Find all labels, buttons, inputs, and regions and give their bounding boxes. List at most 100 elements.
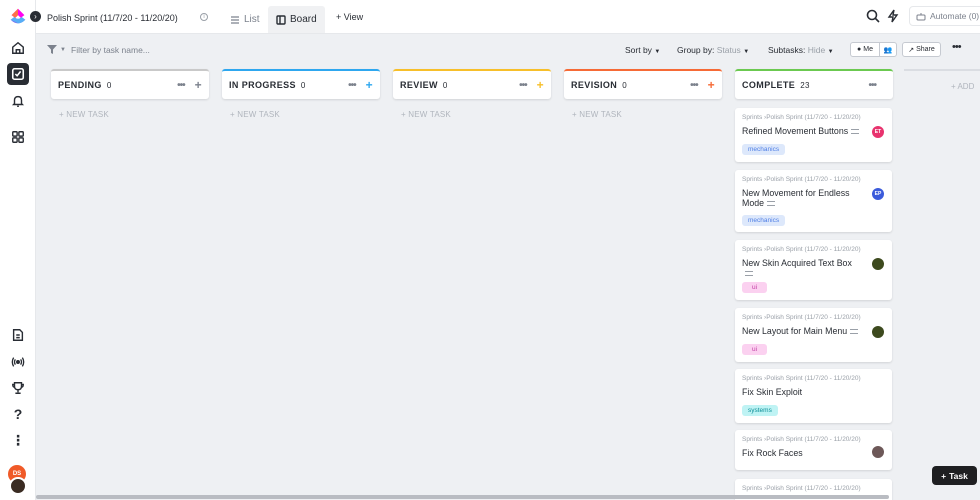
new-task-link[interactable]: + NEW TASK (59, 110, 209, 119)
task-breadcrumb: Sprints ›Polish Sprint (11/7/20 - 11/20/… (742, 246, 861, 253)
board-column: COMPLETE 23 ••• Sprints ›Polish Sprint (11/… (735, 69, 893, 500)
search-icon[interactable] (866, 9, 880, 23)
tab-board-label: Board (290, 14, 317, 25)
task-card[interactable]: Sprints ›Polish Sprint (11/7/20 - 11/20/… (735, 430, 892, 470)
board-toolbar: ▼ Filter by task name... Sort by ▼ Group… (36, 34, 980, 64)
filter-caret-icon[interactable]: ▼ (60, 47, 66, 53)
task-tag[interactable]: ui (742, 282, 768, 293)
page-title: Polish Sprint (11/7/20 - 11/20/20) (47, 13, 178, 23)
spaces-grid-icon[interactable] (8, 127, 28, 147)
task-breadcrumb: Sprints ›Polish Sprint (11/7/20 - 11/20/… (742, 176, 861, 183)
new-task-link[interactable]: + NEW TASK (401, 110, 551, 119)
docs-icon[interactable] (8, 325, 28, 345)
task-title-text: New Skin Acquired Text Box (742, 258, 852, 268)
people-icon: 👥 (883, 46, 893, 54)
more-options-icon[interactable]: ••• (952, 41, 962, 53)
home-icon[interactable] (8, 38, 28, 58)
task-card[interactable]: Sprints ›Polish Sprint (11/7/20 - 11/20/… (735, 170, 892, 232)
column-header[interactable]: IN PROGRESS 0 ••• + (222, 69, 380, 99)
task-title: New Layout for Main Menu (742, 326, 860, 336)
plus-icon: + (941, 470, 947, 481)
assignee-avatar[interactable]: EP (872, 188, 884, 200)
group-by-button[interactable]: Group by: Status ▼ (677, 45, 749, 55)
filter-icon[interactable] (47, 45, 57, 54)
more-vertical-icon[interactable]: ⋮ (8, 430, 28, 450)
subtasks-value: Hide (807, 45, 826, 55)
description-icon (767, 201, 776, 207)
task-tag[interactable]: mechanics (742, 144, 786, 155)
me-filter-button[interactable]: ● Me (851, 43, 880, 56)
task-tag[interactable]: systems (742, 405, 778, 416)
board-icon (276, 14, 286, 25)
automate-button[interactable]: Automate (0) (909, 6, 980, 26)
task-card[interactable]: Sprints ›Polish Sprint (11/7/20 - 11/20/… (735, 108, 892, 162)
assignee-avatar[interactable] (872, 258, 884, 270)
goals-trophy-icon[interactable] (8, 378, 28, 398)
subtasks-label: Subtasks: (768, 45, 806, 55)
task-tag[interactable]: ui (742, 344, 768, 355)
assignee-avatar[interactable]: ET (872, 126, 884, 138)
column-header[interactable]: COMPLETE 23 ••• (735, 69, 893, 99)
column-more-icon[interactable]: ••• (177, 80, 185, 91)
info-icon[interactable]: i (200, 13, 208, 21)
column-more-icon[interactable]: ••• (690, 80, 698, 91)
task-title-text: New Movement for Endless Mode (742, 188, 850, 208)
task-card[interactable]: Sprints ›Polish Sprint (11/7/20 - 11/20/… (735, 240, 892, 300)
column-more-icon[interactable]: ••• (348, 80, 356, 91)
column-more-icon[interactable]: ••• (519, 80, 527, 91)
task-breadcrumb: Sprints ›Polish Sprint (11/7/20 - 11/20/… (742, 436, 861, 443)
column-add-icon[interactable]: + (195, 78, 202, 92)
column-add-icon[interactable]: + (708, 78, 715, 92)
description-icon (851, 129, 860, 135)
horizontal-scrollbar[interactable] (36, 495, 889, 499)
add-column-button[interactable]: + ADD (904, 69, 980, 99)
column-name: REVIEW (400, 80, 438, 90)
board-column: IN PROGRESS 0 ••• + + NEW TASK (222, 69, 380, 119)
help-question-icon[interactable]: ? (8, 404, 28, 424)
tasks-icon[interactable] (7, 63, 29, 85)
lightning-bolt-icon[interactable] (887, 9, 899, 23)
column-count: 23 (800, 80, 810, 90)
column-name: COMPLETE (742, 80, 796, 90)
group-by-value: Status (716, 45, 741, 55)
tab-list[interactable]: List (222, 6, 268, 33)
task-card[interactable]: Sprints ›Polish Sprint (11/7/20 - 11/20/… (735, 308, 892, 362)
sort-by-label: Sort by (625, 45, 652, 55)
add-view-button[interactable]: + View (336, 12, 363, 22)
column-header[interactable]: PENDING 0 ••• + (51, 69, 209, 99)
tab-board[interactable]: Board (268, 6, 325, 33)
subtasks-button[interactable]: Subtasks: Hide ▼ (768, 45, 834, 55)
column-header[interactable]: REVIEW 0 ••• + (393, 69, 551, 99)
column-add-icon[interactable]: + (366, 78, 373, 92)
task-title: Fix Skin Exploit (742, 387, 860, 397)
new-task-link[interactable]: + NEW TASK (230, 110, 380, 119)
pulse-broadcast-icon[interactable] (8, 352, 28, 372)
share-button[interactable]: ↗ Share (902, 42, 941, 57)
description-icon (745, 271, 753, 277)
new-task-link[interactable]: + NEW TASK (572, 110, 722, 119)
tab-list-label: List (244, 14, 260, 25)
column-header[interactable]: REVISION 0 ••• + (564, 69, 722, 99)
column-count: 0 (106, 80, 112, 90)
new-task-floating-button[interactable]: + Task (932, 466, 977, 485)
user-photo-avatar[interactable] (9, 477, 27, 495)
notifications-bell-icon[interactable] (8, 91, 28, 111)
task-title-text: Fix Rock Faces (742, 448, 803, 458)
column-more-icon[interactable]: ••• (868, 80, 876, 91)
task-tag[interactable]: mechanics (742, 215, 786, 226)
column-name: PENDING (58, 80, 102, 90)
sort-by-button[interactable]: Sort by ▼ (625, 45, 660, 55)
list-icon (231, 15, 239, 24)
sidebar-expand-button[interactable]: › (30, 11, 41, 22)
column-name: IN PROGRESS (229, 80, 296, 90)
task-card[interactable]: Sprints ›Polish Sprint (11/7/20 - 11/20/… (735, 369, 892, 423)
clickup-logo[interactable] (7, 6, 29, 28)
people-filter-button[interactable]: 👥 (880, 43, 896, 56)
assignee-avatar[interactable] (872, 326, 884, 338)
filter-search-input[interactable]: Filter by task name... (71, 45, 150, 55)
assignee-avatar[interactable] (872, 446, 884, 458)
person-icon: ● (857, 46, 862, 53)
app-root: › ? ⋮ DS Polish Sprint (11/7/20 - 11/20/… (0, 0, 980, 500)
column-add-icon[interactable]: + (537, 78, 544, 92)
group-by-label: Group by: (677, 45, 715, 55)
